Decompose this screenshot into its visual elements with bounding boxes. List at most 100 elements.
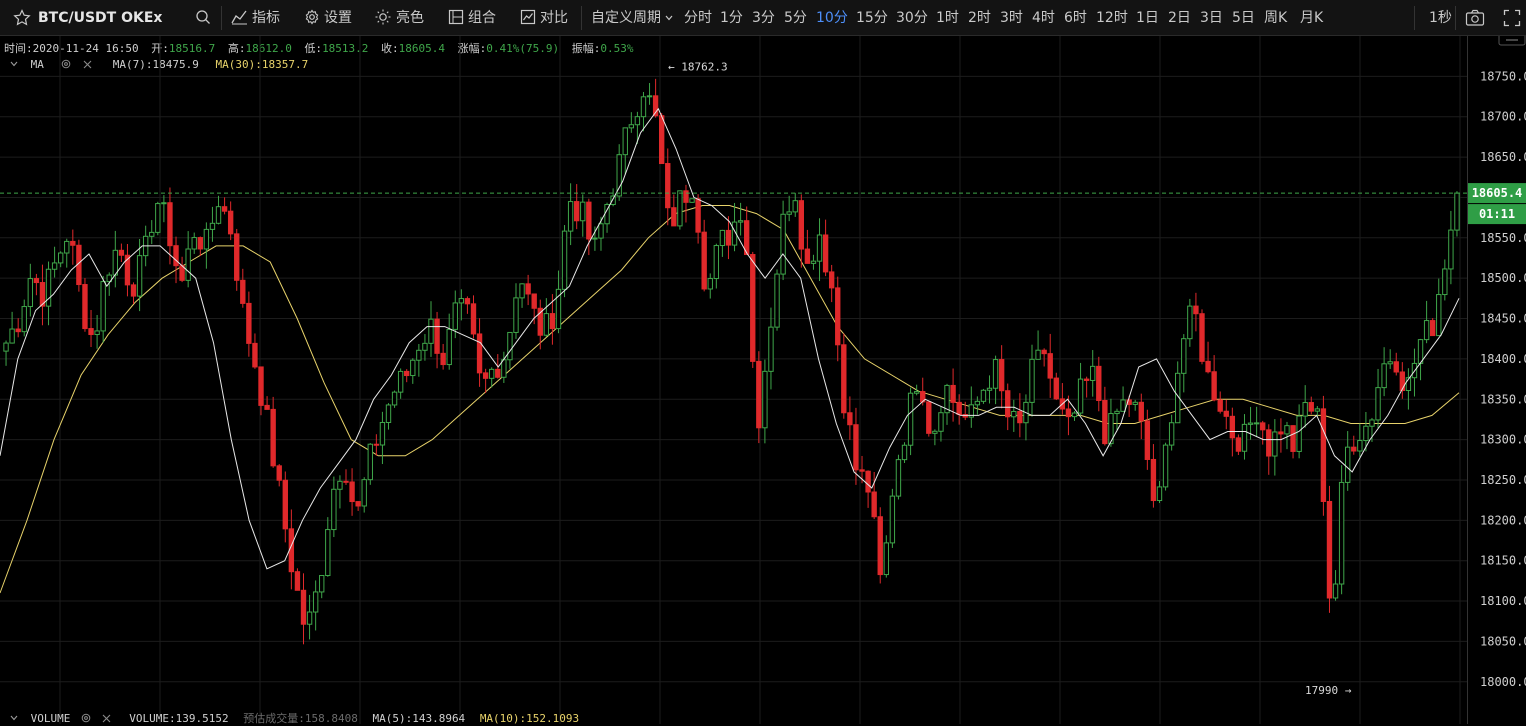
compare-icon xyxy=(520,9,536,25)
custom-period-dropdown[interactable]: 自定义周期 xyxy=(591,0,673,36)
candle-down xyxy=(658,115,665,165)
period-option[interactable]: 1分 xyxy=(720,0,743,36)
candlestick-chart[interactable]: ← 18762.3 17990 → xyxy=(0,36,1467,724)
period-option[interactable]: 5日 xyxy=(1232,0,1255,36)
candle-up xyxy=(452,302,458,330)
candle-down xyxy=(1102,399,1108,445)
candle-up xyxy=(501,359,507,378)
price-axis[interactable]: 18750.0 18700.0 18650.0 18550.0 18500.0 18450… xyxy=(1467,36,1526,724)
candle-down xyxy=(197,237,203,250)
price-tick-label: 18000.0 xyxy=(1480,675,1526,689)
compare-button[interactable]: 对比 xyxy=(520,0,568,36)
indicators-button[interactable]: 指标 xyxy=(231,0,280,36)
indicators-label: 指标 xyxy=(252,10,280,26)
estimated-volume-value: 158.8408 xyxy=(304,712,358,725)
candle-down xyxy=(877,516,883,576)
candle-up xyxy=(458,298,465,304)
period-option[interactable]: 3时 xyxy=(1000,0,1023,36)
combo-button[interactable]: 组合 xyxy=(448,0,496,36)
period-option[interactable]: 周K xyxy=(1264,0,1287,36)
candle-up xyxy=(980,389,987,402)
candle-up xyxy=(816,234,823,262)
symbol-title[interactable]: BTC/USDT OKEx xyxy=(38,0,162,36)
candle-up xyxy=(428,318,434,344)
custom-period-label: 自定义周期 xyxy=(591,10,661,26)
candle-down xyxy=(750,254,756,362)
candle-down xyxy=(1393,361,1399,373)
period-option[interactable]: 2时 xyxy=(968,0,991,36)
candle-up xyxy=(1345,446,1351,483)
layout-icon xyxy=(448,9,464,25)
toolbar-divider xyxy=(221,6,222,30)
search-icon[interactable] xyxy=(195,9,211,27)
theme-button[interactable]: 亮色 xyxy=(374,0,424,36)
candle-down xyxy=(167,202,173,247)
period-option[interactable]: 6时 xyxy=(1064,0,1087,36)
compare-label: 对比 xyxy=(540,10,568,26)
last-price-tag-text: 18605.4 xyxy=(1472,186,1523,200)
candle-down xyxy=(701,231,707,290)
high-price-marker: ← 18762.3 xyxy=(668,60,728,73)
period-option[interactable]: 15分 xyxy=(856,0,888,36)
price-tick-label: 18700.0 xyxy=(1480,110,1526,124)
candle-down xyxy=(482,372,489,379)
candle-down xyxy=(574,201,580,222)
candle-down xyxy=(355,501,361,507)
candle-up xyxy=(713,245,720,280)
toolbar-divider xyxy=(1455,6,1456,30)
candle-up xyxy=(634,116,641,126)
period-option[interactable]: 3日 xyxy=(1200,0,1223,36)
candle-up xyxy=(774,273,780,328)
candle-up xyxy=(203,228,210,250)
candle-down xyxy=(1278,431,1284,435)
period-option[interactable]: 分时 xyxy=(684,0,712,36)
candle-down xyxy=(1217,399,1223,412)
candle-up xyxy=(689,198,695,203)
period-option[interactable]: 10分 xyxy=(816,0,848,36)
candle-down xyxy=(1229,415,1236,439)
close-icon[interactable] xyxy=(102,714,111,723)
toolbar-divider xyxy=(581,6,582,30)
candle-down xyxy=(804,248,811,264)
interval-selector[interactable]: 1秒 xyxy=(1429,0,1452,36)
candle-down xyxy=(434,318,440,354)
candle-down xyxy=(221,206,228,212)
candle-up xyxy=(1162,444,1169,488)
candle-down xyxy=(282,479,288,530)
candle-down xyxy=(853,424,859,471)
candle-down xyxy=(950,384,956,403)
candle-up xyxy=(416,349,422,361)
vol-ma10-value: 152.1093 xyxy=(526,712,580,725)
period-option[interactable]: 1时 xyxy=(936,0,959,36)
candle-down xyxy=(1096,365,1102,401)
period-option[interactable]: 5分 xyxy=(784,0,807,36)
candle-up xyxy=(1442,268,1448,296)
star-icon[interactable] xyxy=(13,9,31,27)
price-tick-label: 18300.0 xyxy=(1480,433,1526,447)
period-option[interactable]: 2日 xyxy=(1168,0,1191,36)
settings-button[interactable]: 设置 xyxy=(304,0,352,36)
candle-up xyxy=(1338,481,1345,585)
price-tick-label: 18100.0 xyxy=(1480,594,1526,608)
candle-up xyxy=(786,211,792,215)
period-option[interactable]: 1日 xyxy=(1136,0,1159,36)
candle-down xyxy=(227,210,234,235)
axis-scale-button[interactable] xyxy=(1498,36,1526,46)
period-option[interactable]: 4时 xyxy=(1032,0,1055,36)
candle-up xyxy=(209,222,216,230)
period-option[interactable]: 30分 xyxy=(896,0,928,36)
candle-up xyxy=(719,229,726,247)
candle-down xyxy=(1047,353,1053,379)
period-option[interactable]: 3分 xyxy=(752,0,775,36)
period-option[interactable]: 月K xyxy=(1300,0,1323,36)
candle-up xyxy=(149,231,155,237)
candle-down xyxy=(683,190,689,203)
collapse-chevron-icon[interactable] xyxy=(10,715,18,721)
candle-up xyxy=(312,591,319,613)
period-option[interactable]: 12时 xyxy=(1096,0,1128,36)
indicator-settings-icon[interactable] xyxy=(81,713,91,723)
candle-up xyxy=(100,281,106,332)
fullscreen-icon[interactable] xyxy=(1503,9,1521,27)
candle-down xyxy=(1211,371,1217,401)
camera-icon[interactable] xyxy=(1465,9,1485,27)
